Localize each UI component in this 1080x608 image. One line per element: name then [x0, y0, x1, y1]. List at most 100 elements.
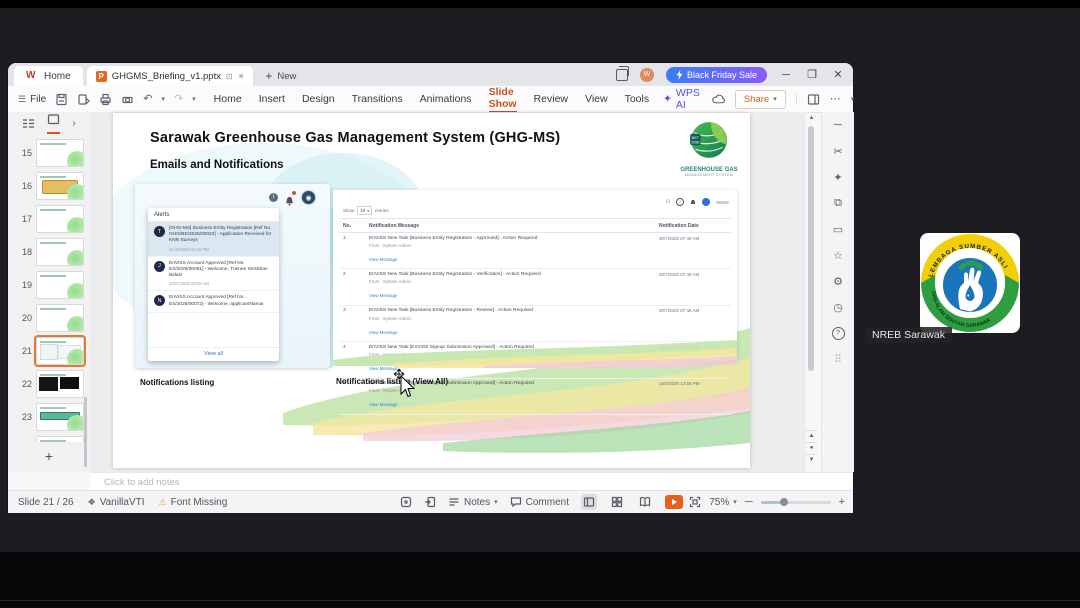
alert-avatar: N: [154, 295, 165, 307]
notes-toggle[interactable]: Notes ▾: [448, 496, 498, 508]
add-slide-button[interactable]: +: [8, 444, 90, 468]
zoom-in-button[interactable]: +: [839, 496, 845, 508]
save-icon[interactable]: [55, 93, 68, 106]
slide-thumbnail[interactable]: [36, 402, 84, 431]
menu-insert[interactable]: Insert: [259, 86, 285, 112]
menu-review[interactable]: Review: [534, 86, 568, 112]
collapse-panel-icon[interactable]: ›: [72, 118, 75, 129]
comment-panel-icon[interactable]: ▭: [822, 216, 854, 242]
zoom-slider[interactable]: [760, 498, 831, 506]
slide-thumbnail[interactable]: [36, 171, 84, 200]
start-from-slide-icon[interactable]: [424, 496, 436, 508]
comment-button[interactable]: Comment: [510, 496, 569, 508]
cloud-icon[interactable]: [712, 93, 725, 106]
menu-design[interactable]: Design: [302, 86, 335, 112]
undo-caret-icon[interactable]: ▾: [161, 95, 165, 103]
cell-date: 16/6/2025 12:56 PM: [659, 381, 700, 386]
outline-view-icon[interactable]: [22, 118, 35, 129]
minimize-button[interactable]: ─: [779, 69, 793, 81]
new-tab-button[interactable]: + New: [257, 66, 304, 86]
slide-thumbnail[interactable]: [36, 204, 84, 233]
menu-transitions[interactable]: Transitions: [352, 86, 403, 112]
slide-thumbnail[interactable]: [36, 303, 84, 332]
help-icon[interactable]: ?: [822, 320, 854, 346]
alert-item[interactable]: N EnVISS Account Approved [Ref No. ES/202…: [148, 291, 279, 313]
thumb-shape: [39, 376, 58, 391]
slide-thumbnail[interactable]: [36, 369, 84, 398]
slide-canvas[interactable]: Sarawak Greenhouse Gas Management System…: [113, 113, 750, 468]
menu-tools[interactable]: Tools: [625, 86, 650, 112]
document-tab[interactable]: P GHGMS_Briefing_v1.pptx ⊡ ✳: [86, 66, 254, 86]
fit-slide-icon[interactable]: [689, 496, 701, 508]
undo-icon[interactable]: ↶: [143, 93, 152, 106]
scrollbar-thumb[interactable]: [808, 126, 814, 371]
wps-ai-menu[interactable]: ✦ WPS AI: [663, 87, 700, 111]
tab-unsaved-icon[interactable]: ✳: [238, 72, 245, 81]
view-message-link[interactable]: View Message: [369, 257, 397, 262]
menu-view[interactable]: View: [585, 86, 608, 112]
redo-icon[interactable]: ↷: [174, 93, 183, 106]
share-button[interactable]: Share ▾: [734, 89, 786, 109]
collapse-sidebar-icon[interactable]: ─: [822, 112, 854, 138]
document-scrollbar[interactable]: ▲ ▲ ● ▼: [806, 112, 817, 472]
file-menu[interactable]: ☰ File: [18, 94, 46, 105]
normal-view-button[interactable]: [581, 494, 597, 510]
notes-caret-icon: ▾: [494, 499, 498, 506]
font-missing-warning[interactable]: ⚠ Font Missing: [159, 497, 228, 508]
restore-button[interactable]: ❐: [805, 68, 819, 81]
reading-view-button[interactable]: [637, 494, 653, 510]
apps-grid-icon[interactable]: ⠿: [822, 346, 854, 372]
print-icon[interactable]: [99, 93, 112, 106]
home-tab[interactable]: W Home: [14, 66, 83, 86]
presenter-timer-icon[interactable]: [400, 496, 412, 508]
view-message-link[interactable]: View Message: [369, 402, 397, 407]
menu-animations[interactable]: Animations: [420, 86, 472, 112]
view-message-link[interactable]: View Message: [369, 293, 397, 298]
zoom-level[interactable]: 75% ▾: [709, 497, 737, 508]
zoom-out-button[interactable]: ─: [745, 496, 753, 508]
view-message-link[interactable]: View Message: [369, 330, 397, 335]
slide-sorter-button[interactable]: [609, 494, 625, 510]
slide-thumbnail[interactable]: [36, 237, 84, 266]
window-stack-icon[interactable]: [615, 66, 630, 81]
tab-preview-icon[interactable]: ⊡: [226, 72, 233, 81]
slide-view-icon[interactable]: [47, 114, 60, 125]
favorites-icon[interactable]: ☆: [822, 242, 854, 268]
slide-thumbnail[interactable]: [34, 334, 86, 367]
slide-nav-button[interactable]: ●: [806, 442, 817, 454]
slide-thumbnail[interactable]: [36, 138, 84, 167]
scroll-up-icon[interactable]: ▲: [806, 112, 817, 124]
menu-home[interactable]: Home: [214, 86, 242, 112]
alert-item[interactable]: T [GHG-MS] Business Entity Registration […: [148, 222, 279, 257]
print-preview-icon[interactable]: [121, 93, 134, 106]
theme-indicator[interactable]: ❖ VanillaVTI: [88, 497, 145, 508]
participant-video-tile[interactable]: LEMBAGA SUMBER ASLI DAN ALAM SEKITAR SAR…: [920, 233, 1020, 333]
slideshow-play-button[interactable]: [665, 495, 683, 509]
beautify-icon[interactable]: ✦: [822, 164, 854, 190]
panel-toggle-icon[interactable]: [807, 93, 820, 106]
entries-label: entries: [375, 208, 389, 213]
previous-slide-button[interactable]: ▲: [806, 430, 817, 442]
zoom-slider-knob[interactable]: [779, 498, 788, 506]
more-options-icon[interactable]: ⋯: [830, 93, 841, 106]
export-icon[interactable]: [77, 93, 91, 106]
slide-thumbnail[interactable]: [36, 270, 84, 299]
next-slide-button[interactable]: ▼: [806, 454, 817, 466]
alert-item[interactable]: J EnVISS Account Approved [Ref No. ES/202…: [148, 257, 279, 292]
notes-bar[interactable]: Click to add notes: [90, 472, 853, 491]
alert-avatar: T: [154, 226, 165, 237]
account-avatar[interactable]: W: [639, 67, 654, 82]
show-label: Show: [343, 208, 355, 213]
collapse-ribbon-icon[interactable]: ▾: [851, 95, 855, 103]
tools-icon[interactable]: ✂: [822, 138, 854, 164]
history-icon[interactable]: ◷: [822, 294, 854, 320]
quickbar-caret-icon[interactable]: ▾: [192, 95, 196, 103]
close-button[interactable]: ✕: [831, 68, 845, 81]
black-friday-sale-button[interactable]: Black Friday Sale: [665, 66, 767, 83]
menu-slide-show[interactable]: Slide Show: [488, 85, 517, 113]
message-text: EnVISS New Task [Business Entity Registr…: [369, 235, 538, 241]
shapes-icon[interactable]: ⧉: [822, 190, 854, 216]
slide-number: 15: [21, 147, 32, 158]
settings-icon[interactable]: ⚙: [822, 268, 854, 294]
slide-thumbnail[interactable]: [36, 435, 84, 442]
